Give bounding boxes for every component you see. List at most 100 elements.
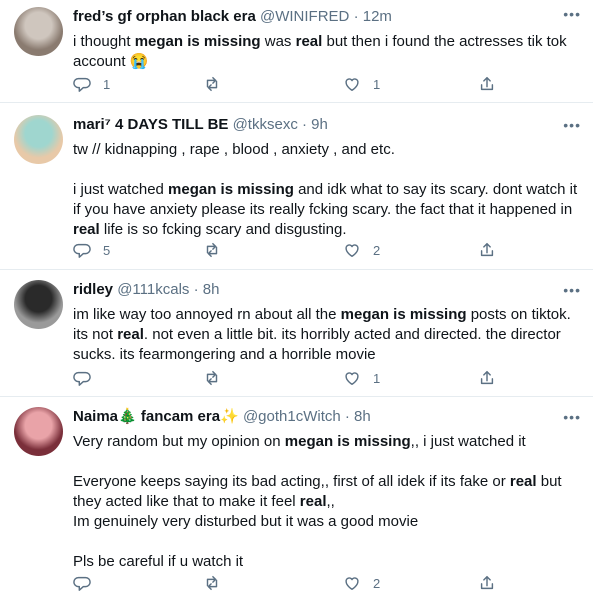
tweet[interactable]: Naima🎄 fancam era✨ @goth1cWitch · 8h Ver… bbox=[0, 397, 593, 602]
highlighted-keyword: megan is missing bbox=[340, 306, 467, 323]
username[interactable]: @tkksexc bbox=[233, 116, 298, 133]
text-line: Pls be careful if u watch it bbox=[73, 552, 581, 572]
share-button[interactable] bbox=[478, 74, 496, 94]
like-icon bbox=[345, 577, 359, 591]
avatar[interactable] bbox=[14, 115, 63, 164]
username[interactable]: @goth1cWitch bbox=[243, 408, 341, 425]
text-segment: but bbox=[536, 473, 562, 490]
username[interactable]: @WINIFRED bbox=[260, 8, 349, 25]
tweet[interactable]: ridley @111kcals · 8h im like way too an… bbox=[0, 270, 593, 396]
text-segment: if you have anxiety please its really fc… bbox=[73, 201, 573, 218]
share-button[interactable] bbox=[478, 573, 496, 593]
like-icon bbox=[345, 244, 359, 258]
highlighted-keyword: real bbox=[295, 33, 323, 50]
text-segment: tw // kidnapping , rape , blood , anxiet… bbox=[73, 141, 395, 158]
text-segment: i just watched bbox=[73, 181, 169, 198]
retweet-icon bbox=[206, 370, 218, 386]
text-segment: . not even a little bit. its horribly ac… bbox=[143, 326, 561, 343]
highlighted-keyword: real bbox=[509, 473, 537, 490]
share-button[interactable] bbox=[478, 240, 496, 260]
avatar[interactable] bbox=[14, 7, 63, 56]
text-line: real life is so fcking scary and disgust… bbox=[73, 220, 581, 240]
like-button[interactable]: 1 bbox=[343, 74, 380, 94]
display-name[interactable]: mari⁷ 4 DAYS TILL BE bbox=[73, 116, 228, 133]
timestamp[interactable]: 12m bbox=[363, 8, 392, 25]
tweet-text: i thought megan is missing was real but … bbox=[73, 32, 581, 72]
text-line: i just watched megan is missing and idk … bbox=[73, 180, 581, 200]
retweet-icon bbox=[206, 76, 218, 92]
tweet-header: Naima🎄 fancam era✨ @goth1cWitch · 8h bbox=[73, 407, 581, 427]
retweet-button[interactable] bbox=[203, 573, 233, 593]
retweet-button[interactable] bbox=[203, 240, 233, 260]
reply-icon bbox=[73, 243, 91, 258]
display-name[interactable]: fred’s gf orphan black era bbox=[73, 8, 256, 25]
more-options-icon[interactable]: ••• bbox=[563, 282, 581, 298]
text-segment: Pls be careful if u watch it bbox=[73, 553, 244, 570]
like-button[interactable]: 2 bbox=[343, 573, 380, 593]
text-segment: sucks. its fearmongering and a horrible … bbox=[73, 346, 376, 363]
avatar[interactable] bbox=[14, 407, 63, 456]
avatar[interactable] bbox=[14, 280, 63, 329]
retweet-button[interactable] bbox=[203, 74, 233, 94]
display-name[interactable]: Naima🎄 fancam era✨ bbox=[73, 408, 239, 425]
text-segment: ,, bbox=[326, 493, 335, 510]
text-segment: im like way too annoyed rn about all the bbox=[73, 306, 341, 323]
text-line: if you have anxiety please its really fc… bbox=[73, 200, 581, 220]
tweet-text: im like way too annoyed rn about all the… bbox=[73, 305, 581, 365]
highlighted-keyword: real bbox=[73, 221, 100, 238]
timestamp[interactable]: 8h bbox=[354, 408, 371, 425]
reply-icon bbox=[73, 576, 91, 591]
text-segment: life is so fcking scary and disgusting. bbox=[99, 221, 347, 238]
tweet[interactable]: fred’s gf orphan black era @WINIFRED · 1… bbox=[0, 0, 593, 102]
text-segment: its not bbox=[73, 326, 118, 343]
text-segment: Everyone keeps saying its bad acting,, f… bbox=[73, 473, 510, 490]
more-options-icon[interactable]: ••• bbox=[563, 117, 581, 133]
retweet-icon bbox=[206, 575, 218, 591]
reply-icon bbox=[73, 77, 91, 92]
like-count: 2 bbox=[373, 575, 381, 591]
tweet[interactable]: mari⁷ 4 DAYS TILL BE @tkksexc · 9h tw //… bbox=[0, 103, 593, 269]
text-line: i thought megan is missing was real but … bbox=[73, 32, 581, 52]
like-icon bbox=[345, 78, 359, 92]
separator-dot: · bbox=[353, 8, 359, 25]
text-segment: ,, i just watched it bbox=[410, 433, 526, 450]
reply-button[interactable] bbox=[73, 573, 103, 593]
text-segment: Im genuinely very disturbed but it was a… bbox=[73, 513, 419, 530]
text-line: they acted like that to make it feel rea… bbox=[73, 492, 581, 512]
highlighted-keyword: real bbox=[299, 493, 327, 510]
reply-button[interactable]: 1 bbox=[73, 74, 110, 94]
tweet-header: mari⁷ 4 DAYS TILL BE @tkksexc · 9h bbox=[73, 115, 581, 135]
timestamp[interactable]: 8h bbox=[203, 281, 220, 298]
highlighted-keyword: megan is missing bbox=[134, 33, 261, 50]
reply-icon bbox=[73, 371, 91, 386]
text-segment: account 😭 bbox=[73, 53, 149, 70]
reply-button[interactable]: 5 bbox=[73, 240, 110, 260]
share-button[interactable] bbox=[478, 368, 496, 388]
reply-count: 5 bbox=[103, 242, 111, 258]
share-icon bbox=[480, 575, 494, 590]
timestamp[interactable]: 9h bbox=[311, 116, 328, 133]
separator-dot: · bbox=[193, 281, 199, 298]
text-segment: and idk what to say its scary. dont watc… bbox=[293, 181, 578, 198]
separator-dot: · bbox=[344, 408, 350, 425]
tweet-header: ridley @111kcals · 8h bbox=[73, 280, 581, 300]
share-icon bbox=[480, 76, 494, 91]
text-line: Very random but my opinion on megan is m… bbox=[73, 432, 581, 452]
more-options-icon[interactable]: ••• bbox=[563, 6, 581, 22]
more-options-icon[interactable]: ••• bbox=[563, 409, 581, 425]
like-button[interactable]: 1 bbox=[343, 368, 380, 388]
reply-count: 1 bbox=[103, 76, 111, 92]
like-count: 1 bbox=[373, 76, 381, 92]
username[interactable]: @111kcals bbox=[117, 281, 189, 298]
text-line: tw // kidnapping , rape , blood , anxiet… bbox=[73, 140, 581, 160]
text-segment: i thought bbox=[73, 33, 135, 50]
like-button[interactable]: 2 bbox=[343, 240, 380, 260]
retweet-button[interactable] bbox=[203, 368, 233, 388]
text-line: sucks. its fearmongering and a horrible … bbox=[73, 345, 581, 365]
text-segment: but then i found the actresses tik tok bbox=[322, 33, 567, 50]
display-name[interactable]: ridley bbox=[73, 281, 113, 298]
reply-button[interactable] bbox=[73, 368, 103, 388]
text-segment: posts on tiktok. bbox=[466, 306, 571, 323]
